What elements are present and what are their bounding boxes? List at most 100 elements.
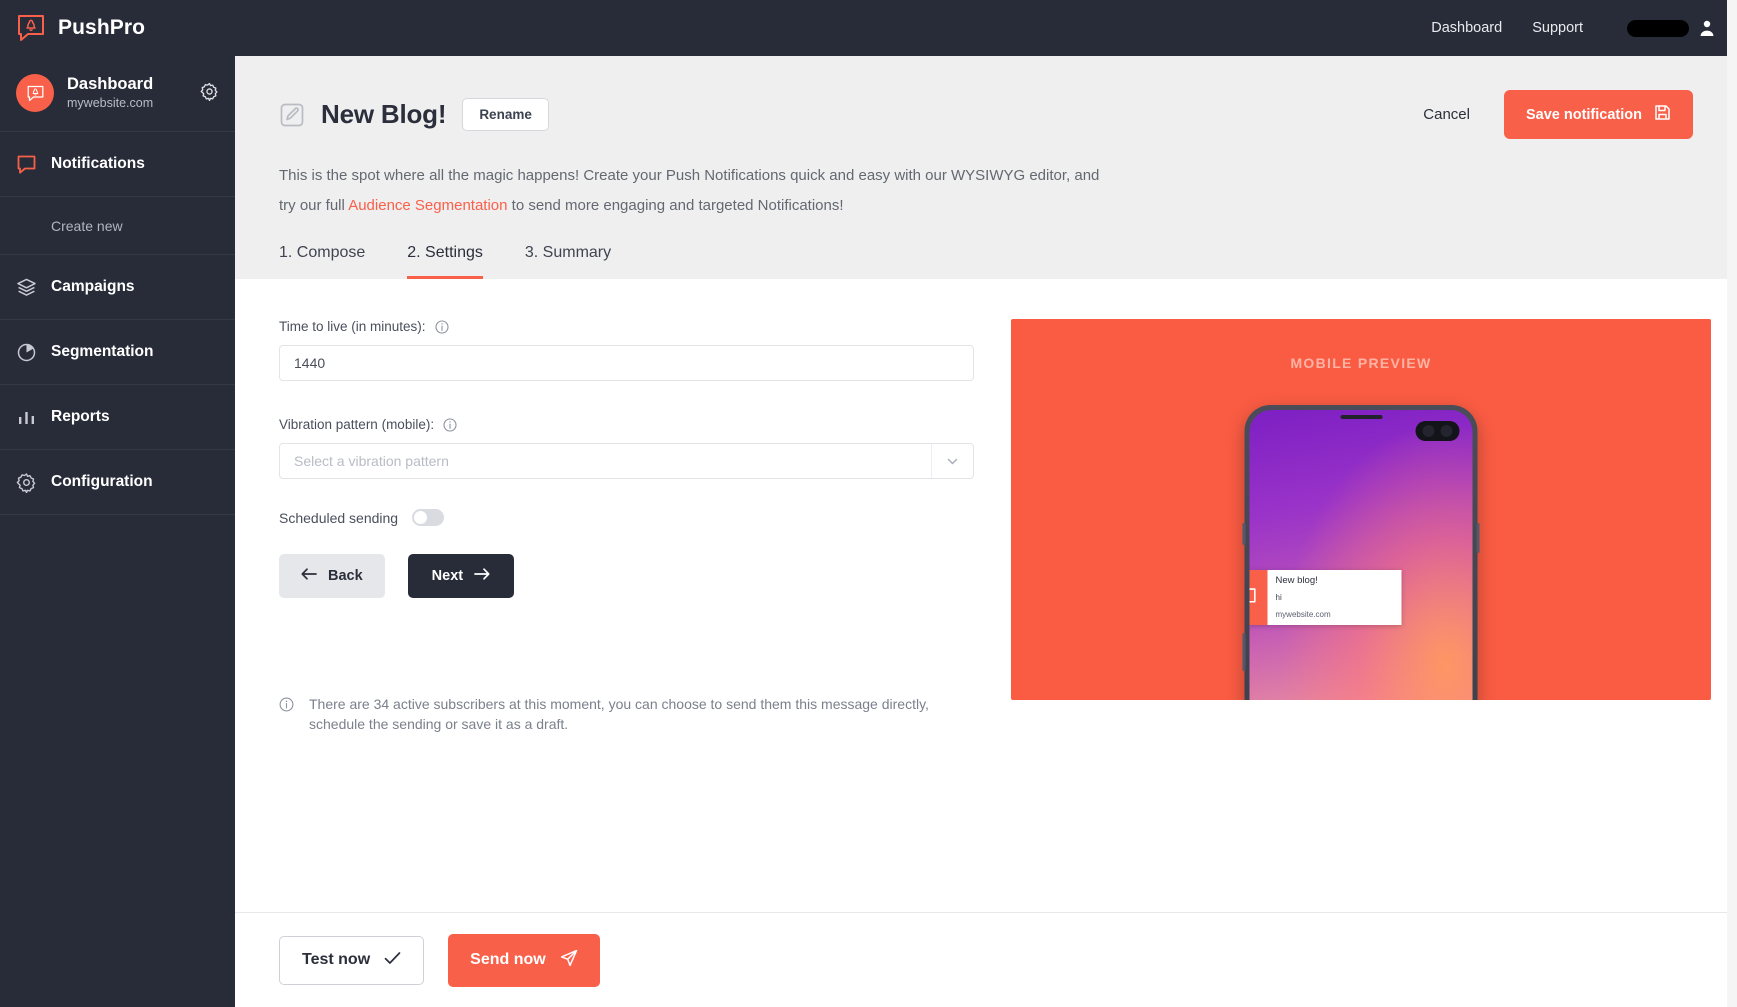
phone-mockup: New blog! hi mywebsite.com	[1242, 405, 1480, 700]
sidebar-label-campaigns: Campaigns	[51, 278, 135, 295]
ttl-label-row: Time to live (in minutes):	[279, 319, 979, 334]
main-body: Time to live (in minutes): Vibratio	[235, 279, 1737, 912]
app-root: PushPro Dashboard Support Dashboard mywe…	[0, 0, 1737, 1007]
person-icon	[1699, 19, 1715, 37]
preview-notification-card: New blog! hi mywebsite.com	[1249, 570, 1402, 625]
floppy-disk-icon	[1654, 104, 1671, 125]
vibration-label: Vibration pattern (mobile):	[279, 417, 435, 432]
intro-text: This is the spot where all the magic hap…	[279, 161, 1119, 221]
paper-plane-icon	[560, 949, 578, 972]
settings-form: Time to live (in minutes): Vibratio	[279, 319, 979, 912]
sidebar-item-reports[interactable]: Reports	[0, 385, 235, 450]
next-button[interactable]: Next	[407, 554, 515, 598]
scheduled-sending-label: Scheduled sending	[279, 509, 399, 526]
ttl-input[interactable]	[279, 345, 974, 381]
gear-icon[interactable]	[200, 82, 219, 102]
arrow-left-icon	[301, 567, 317, 585]
bell-speech-bubble-icon	[1249, 570, 1268, 625]
test-now-button[interactable]: Test now	[279, 935, 425, 985]
account-subtitle: mywebsite.com	[67, 96, 154, 110]
topnav-dashboard[interactable]: Dashboard	[1431, 20, 1502, 36]
info-icon[interactable]	[443, 417, 457, 432]
body: Dashboard mywebsite.com Notifications Cr…	[0, 0, 1737, 1007]
rename-button[interactable]: Rename	[462, 98, 549, 131]
bar-chart-icon	[16, 407, 37, 428]
sidebar-label-segmentation: Segmentation	[51, 343, 154, 360]
phone-side-button	[1476, 523, 1480, 553]
phone-camera-cutout	[1415, 421, 1460, 441]
account-avatar	[16, 74, 54, 112]
preview-column: MOBILE PREVIEW New blog! hi mywebsite.co…	[1011, 319, 1711, 912]
sidebar-item-notifications[interactable]: Notifications	[0, 132, 235, 197]
vibration-label-row: Vibration pattern (mobile):	[279, 417, 979, 432]
gear-icon	[16, 472, 37, 493]
back-button[interactable]: Back	[279, 554, 385, 598]
account-title: Dashboard	[67, 75, 154, 94]
title-right: Cancel Save notification	[1423, 90, 1693, 139]
phone-side-button	[1242, 523, 1246, 545]
account-text: Dashboard mywebsite.com	[67, 74, 153, 111]
save-notification-button[interactable]: Save notification	[1503, 90, 1693, 139]
sidebar: Dashboard mywebsite.com Notifications Cr…	[0, 56, 235, 1007]
back-button-label: Back	[328, 568, 363, 584]
tab-summary[interactable]: 3. Summary	[525, 244, 611, 279]
chevron-down-icon[interactable]	[931, 444, 973, 478]
subscriber-note: There are 34 active subscribers at this …	[279, 694, 959, 735]
scheduled-sending-toggle[interactable]	[412, 509, 445, 526]
brand-name: PushPro	[58, 16, 146, 39]
footer-actions: Test now Send now	[235, 912, 1737, 1007]
save-notification-label: Save notification	[1525, 106, 1642, 123]
phone-speaker	[1340, 415, 1382, 419]
title-left: New Blog! Rename	[279, 98, 549, 131]
layers-icon	[16, 277, 37, 298]
tab-compose[interactable]: 1. Compose	[279, 244, 365, 279]
page-scrollbar[interactable]	[1727, 0, 1737, 1007]
sidebar-account[interactable]: Dashboard mywebsite.com	[0, 56, 235, 132]
intro-part-2: to send more engaging and targeted Notif…	[507, 197, 844, 214]
preview-notification-url: mywebsite.com	[1275, 610, 1331, 619]
preview-notification-message: hi	[1275, 593, 1282, 603]
bell-speech-bubble-icon	[16, 13, 46, 43]
topnav-support[interactable]: Support	[1532, 20, 1583, 36]
phone-side-button	[1242, 633, 1246, 671]
sidebar-label-configuration: Configuration	[51, 473, 153, 490]
phone-screen: New blog! hi mywebsite.com	[1249, 410, 1473, 700]
preview-notification-body: New blog! hi mywebsite.com	[1268, 570, 1402, 625]
main-header: New Blog! Rename Cancel Save notificatio…	[235, 56, 1737, 279]
test-now-label: Test now	[302, 951, 371, 968]
brand[interactable]: PushPro	[10, 13, 145, 43]
vibration-pattern-select[interactable]: Select a vibration pattern	[279, 443, 974, 479]
mobile-preview-heading: MOBILE PREVIEW	[1290, 355, 1432, 371]
vibration-select-value: Select a vibration pattern	[294, 453, 449, 469]
pencil-square-icon	[279, 102, 305, 128]
user-menu[interactable]	[1627, 19, 1715, 37]
top-bar: PushPro Dashboard Support	[0, 0, 1737, 56]
cancel-button[interactable]: Cancel	[1423, 106, 1470, 123]
scheduled-sending-row: Scheduled sending	[279, 509, 979, 526]
next-button-label: Next	[431, 568, 464, 584]
ttl-label: Time to live (in minutes):	[279, 319, 426, 334]
step-tabs: 1. Compose 2. Settings 3. Summary	[279, 244, 1693, 279]
audience-segmentation-link[interactable]: Audience Segmentation	[348, 197, 507, 214]
check-icon	[384, 951, 401, 970]
title-row: New Blog! Rename Cancel Save notificatio…	[279, 90, 1693, 139]
sidebar-label-notifications: Notifications	[51, 155, 145, 172]
send-now-button[interactable]: Send now	[448, 933, 600, 987]
pie-chart-icon	[16, 342, 37, 363]
send-now-label: Send now	[470, 951, 546, 968]
subscriber-note-text: There are 34 active subscribers at this …	[309, 696, 929, 733]
sidebar-item-configuration[interactable]: Configuration	[0, 450, 235, 515]
info-icon	[279, 697, 294, 712]
sidebar-item-segmentation[interactable]: Segmentation	[0, 320, 235, 385]
sidebar-label-create-new: Create new	[51, 217, 123, 234]
sidebar-item-campaigns[interactable]: Campaigns	[0, 255, 235, 320]
info-icon[interactable]	[434, 319, 449, 334]
tab-settings[interactable]: 2. Settings	[407, 244, 483, 279]
mobile-preview-panel: MOBILE PREVIEW New blog! hi mywebsite.co…	[1011, 319, 1711, 700]
speech-bubble-icon	[16, 154, 37, 175]
preview-notification-title: New blog!	[1275, 575, 1318, 586]
sidebar-item-create-new[interactable]: Create new	[0, 197, 235, 255]
arrow-right-icon	[474, 567, 490, 585]
top-nav: Dashboard Support	[1431, 19, 1715, 37]
